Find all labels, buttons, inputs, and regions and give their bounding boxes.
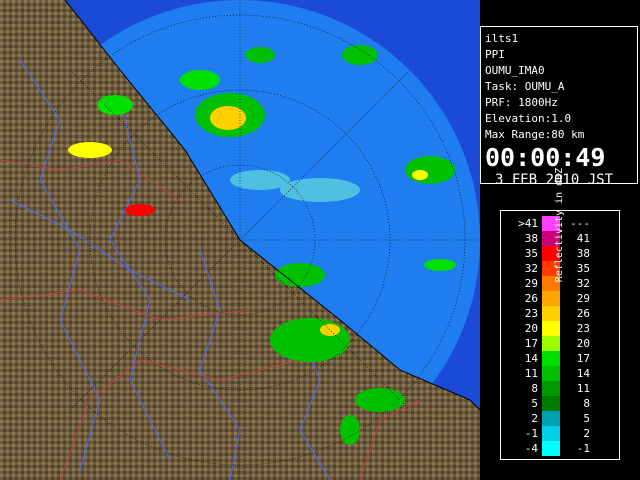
legend-low-value: 32: [524, 262, 538, 275]
legend-low-value: 26: [524, 292, 538, 305]
legend-title: Reflectivity in dBZ: [554, 167, 565, 283]
legend-high-value: 2: [583, 427, 590, 440]
legend-high-value: 38: [576, 247, 590, 260]
legend-low-value: -1: [524, 427, 538, 440]
legend-row: -1 2: [500, 426, 620, 442]
legend-low-value: -4: [524, 442, 538, 455]
legend-high-value: 26: [576, 307, 590, 320]
legend-low-value: >41: [518, 217, 538, 230]
legend-low-value: 8: [531, 382, 538, 395]
legend-color-swatch: [542, 381, 560, 397]
task-name: Task: OUMU_A: [485, 80, 565, 93]
legend-low-value: 2: [531, 412, 538, 425]
legend-low-value: 20: [524, 322, 538, 335]
radar-ppi-map: [0, 0, 480, 480]
legend-row: 58: [500, 396, 620, 412]
legend-high-value: 11: [576, 382, 590, 395]
legend-low-value: 29: [524, 277, 538, 290]
legend-high-value: 35: [576, 262, 590, 275]
legend-color-swatch: [542, 336, 560, 352]
legend-high-value: 32: [576, 277, 590, 290]
legend-low-value: 14: [524, 352, 538, 365]
legend-row: 25: [500, 411, 620, 427]
legend-high-value: -1: [576, 442, 590, 455]
legend-color-swatch: [542, 396, 560, 412]
legend-high-value: 23: [576, 322, 590, 335]
legend-high-value: 5: [583, 412, 590, 425]
legend-low-value: 11: [524, 367, 538, 380]
legend-color-swatch: [542, 441, 560, 457]
legend-row: 11 14: [500, 366, 620, 382]
legend-high-value: ---: [570, 217, 590, 230]
legend-row: 8 11: [500, 381, 620, 397]
legend-high-value: 41: [576, 232, 590, 245]
legend-color-swatch: [542, 426, 560, 442]
legend-high-value: 20: [576, 337, 590, 350]
legend-color-swatch: [542, 366, 560, 382]
site-name: ilts1: [485, 32, 519, 45]
legend-color-swatch: [542, 351, 560, 367]
legend-color-swatch: [542, 411, 560, 427]
prf-value: PRF: 1800Hz: [485, 96, 558, 109]
volume-name: OUMU_IMA0: [485, 64, 545, 77]
legend-low-value: 35: [524, 247, 538, 260]
legend-high-value: 29: [576, 292, 590, 305]
reflectivity-legend: >41 --- 38 41 35 38 32 35 29 32 26 29 23 26 20 23 17 20 14…: [500, 168, 620, 460]
legend-row: 14 17: [500, 351, 620, 367]
legend-high-value: 14: [576, 367, 590, 380]
legend-row: -4 -1: [500, 441, 620, 457]
legend-low-value: 38: [524, 232, 538, 245]
legend-low-value: 5: [531, 397, 538, 410]
legend-high-value: 8: [583, 397, 590, 410]
legend-low-value: 17: [524, 337, 538, 350]
product-name: PPI: [485, 48, 505, 61]
legend-row: 17 20: [500, 336, 620, 352]
legend-low-value: 23: [524, 307, 538, 320]
legend-high-value: 17: [576, 352, 590, 365]
